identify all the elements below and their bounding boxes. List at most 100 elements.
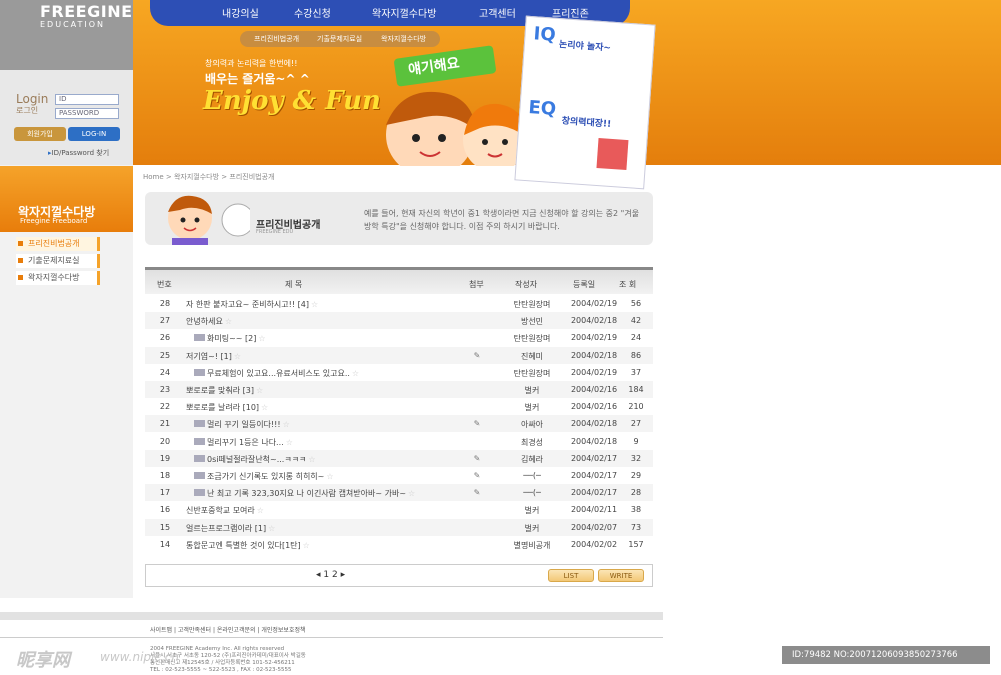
row-title-link[interactable]: 자 한판 붙자고요~ 준비하시고!! [4] ☆: [186, 299, 486, 310]
row-author: 벌커: [524, 403, 540, 413]
subnav-past-exams[interactable]: 기출문제지료실: [317, 34, 362, 44]
table-row[interactable]: 27 안녕하세요 ☆ 방선민 2004/02/18 42: [145, 312, 653, 330]
row-author: 벌커: [524, 386, 540, 395]
row-author: 벌커: [524, 523, 540, 533]
row-date: 2004/02/19: [570, 367, 618, 377]
row-number: 16: [159, 505, 171, 515]
row-date: 2004/02/17: [570, 453, 618, 463]
nav-customer-center[interactable]: 고객센터: [479, 5, 516, 20]
sidebar-item-freeboard[interactable]: 왁자지껄수다방: [16, 271, 100, 285]
attachment-icon[interactable]: ✎: [467, 454, 487, 463]
row-hits: 86: [630, 350, 642, 360]
footer-band: [0, 612, 663, 620]
reply-icon: [194, 472, 205, 479]
table-row[interactable]: 22 뽀로로를 날려라 [10] ☆ 벌커 2004/02/16 210: [145, 398, 653, 415]
attachment-icon[interactable]: ✎: [467, 488, 487, 497]
row-title: 저기염~! [1]: [186, 351, 232, 361]
table-row[interactable]: 15 얼르는프로그램이라 [1] ☆ 벌커 2004/02/07 73: [145, 518, 653, 536]
page-numbers[interactable]: 1 2: [323, 570, 337, 580]
brand-logo[interactable]: FREEGINE: [40, 2, 133, 21]
row-title-link[interactable]: 통합문고엔 특별한 것이 있다[1탄] ☆: [186, 540, 486, 551]
row-number: 23: [159, 385, 171, 394]
row-date: 2004/02/19: [570, 299, 618, 308]
row-title-link[interactable]: 뽀로로를 날려라 [10] ☆: [186, 402, 486, 413]
next-page-icon[interactable]: ▸: [341, 570, 346, 580]
row-title-link[interactable]: 무료체험이 있고요...유료서비스도 있고요.. ☆: [186, 368, 486, 379]
row-title-link[interactable]: 멀리꾸기 1등은 나다... ☆: [186, 437, 486, 448]
row-author: 아싸아: [520, 420, 544, 430]
row-title: 신반포중학교 모여라: [186, 506, 255, 516]
table-row[interactable]: 20 멀리꾸기 1등은 나다... ☆ 최경성 2004/02/18 9: [145, 433, 653, 450]
write-button[interactable]: WRITE: [598, 569, 644, 582]
eq-tag: EQ: [527, 97, 557, 120]
star-icon: ☆: [255, 386, 264, 395]
list-button[interactable]: LIST: [548, 569, 594, 582]
nav-my-classroom[interactable]: 내강의실: [222, 5, 259, 20]
table-row[interactable]: 28 자 한판 붙자고요~ 준비하시고!! [4] ☆ 탄탄원장며 2004/02/19…: [145, 295, 653, 312]
row-hits: 157: [628, 539, 644, 549]
footer-links[interactable]: 사이트맵 | 고객만족센터 | 온라인고객문의 | 개인정보보호정책: [150, 625, 306, 634]
row-title: 난 최고 기록 323,30지요 나 이긴사람 캡쳐받아바~ 가바~: [207, 489, 407, 499]
subnav-freegine-secret[interactable]: 프리진비법공개: [254, 34, 299, 44]
subnav-freeboard[interactable]: 왁자지껄수다방: [381, 34, 426, 44]
row-hits: 28: [630, 488, 642, 498]
star-icon: ☆: [258, 334, 266, 344]
id-input[interactable]: ID: [55, 94, 119, 105]
attachment-icon[interactable]: ✎: [467, 419, 487, 428]
table-row[interactable]: 19 0si떼널절라잘난척~...ㅋㅋㅋ ☆ ✎ 김혜라 2004/02/17 32: [145, 449, 653, 467]
reply-icon: [194, 334, 205, 342]
table-row[interactable]: 14 통합문고엔 특별한 것이 있다[1탄] ☆ 별명비공개 2004/02/02 157: [145, 536, 653, 553]
row-number: 24: [159, 367, 171, 377]
row-date: 2004/02/17: [570, 471, 618, 480]
row-title-link[interactable]: 뽀로로를 맞춰라 [3] ☆: [186, 385, 486, 396]
nav-enrollment[interactable]: 수강신청: [294, 5, 331, 20]
row-title-link[interactable]: 얼르는프로그램이라 [1] ☆: [186, 523, 486, 534]
row-title-link[interactable]: 멀리 꾸기 일등이다!!! ☆: [186, 419, 486, 430]
row-title-link[interactable]: 신반포중학교 모여라 ☆: [186, 505, 486, 516]
table-row[interactable]: 25 저기염~! [1] ☆ ✎ 진혜미 2004/02/18 86: [145, 346, 653, 364]
table-row[interactable]: 21 멀리 꾸기 일등이다!!! ☆ ✎ 아싸아 2004/02/18 27: [145, 415, 653, 433]
attachment-icon[interactable]: ✎: [467, 351, 487, 360]
row-title: 멀리꾸기 1등은 나다...: [207, 437, 284, 447]
join-button[interactable]: 회원가입: [14, 127, 66, 141]
table-row[interactable]: 16 신반포중학교 모여라 ☆ 벌커 2004/02/11 38: [145, 501, 653, 518]
row-number: 14: [159, 539, 171, 549]
row-title-link[interactable]: 조금가기 신기록도 있지롱 히히히~ ☆: [186, 471, 486, 482]
table-row[interactable]: 17 난 최고 기록 323,30지요 나 이긴사람 캡쳐받아바~ 가바~ ☆ ✎ ──…: [145, 484, 653, 502]
star-icon: ☆: [351, 368, 360, 378]
table-row[interactable]: 24 무료체험이 있고요...유료서비스도 있고요.. ☆ 탄탄원장며 2004/02/…: [145, 364, 653, 381]
row-date: 2004/02/18: [570, 436, 618, 446]
col-author: 작성자: [515, 280, 538, 289]
row-title-link[interactable]: 0si떼널절라잘난척~...ㅋㅋㅋ ☆: [186, 454, 486, 465]
find-id-link[interactable]: ▸ID/Password 찾기: [48, 148, 109, 158]
row-date: 2004/02/18: [570, 316, 618, 326]
sidebar-item-freegine-secret[interactable]: 프리진비법공개: [16, 237, 100, 251]
prev-page-icon[interactable]: ◂: [316, 570, 321, 580]
sidebar-item-past-exams[interactable]: 기출문제지료실: [16, 254, 100, 268]
table-row[interactable]: 26 화미팅~~ [2] ☆ 탄탄원장며 2004/02/19 24: [145, 329, 653, 346]
intro-subtitle: FREEGINE EDU: [256, 229, 294, 235]
row-title-link[interactable]: 안녕하세요 ☆: [186, 316, 486, 327]
star-icon: ☆: [233, 351, 242, 361]
pagination[interactable]: ◂ 1 2 ▸: [316, 570, 345, 580]
password-input[interactable]: PASSWORD: [55, 108, 119, 119]
row-title: 안녕하세요: [186, 317, 223, 327]
row-title: 뽀로로를 맞춰라 [3]: [186, 386, 254, 395]
row-title-link[interactable]: 저기염~! [1] ☆: [186, 351, 486, 362]
row-number: 20: [159, 436, 171, 446]
brand-subtitle: EDUCATION: [40, 20, 106, 29]
row-hits: 32: [630, 453, 642, 463]
row-hits: 38: [630, 505, 642, 515]
row-author: 최경성: [520, 437, 544, 447]
row-number: 15: [159, 522, 171, 532]
table-row[interactable]: 23 뽀로로를 맞춰라 [3] ☆ 벌커 2004/02/16 184: [145, 381, 653, 398]
iq-eq-card[interactable]: IQ 논리야 놀자~ EQ 창의력대장!!: [514, 15, 656, 190]
row-title-link[interactable]: 화미팅~~ [2] ☆: [186, 333, 486, 344]
row-title-link[interactable]: 난 최고 기록 323,30지요 나 이긴사람 캡쳐받아바~ 가바~ ☆: [186, 488, 486, 499]
watermark-logo: 昵享网: [16, 650, 70, 671]
row-title: 무료체험이 있고요...유료서비스도 있고요..: [207, 368, 350, 378]
attachment-icon[interactable]: ✎: [467, 471, 487, 480]
table-row[interactable]: 18 조금가기 신기록도 있지롱 히히히~ ☆ ✎ ──(─ 2004/02/17 29: [145, 467, 653, 484]
nav-freeboard[interactable]: 왁자지껄수다방: [372, 5, 436, 20]
login-button[interactable]: LOG-IN: [68, 127, 120, 141]
